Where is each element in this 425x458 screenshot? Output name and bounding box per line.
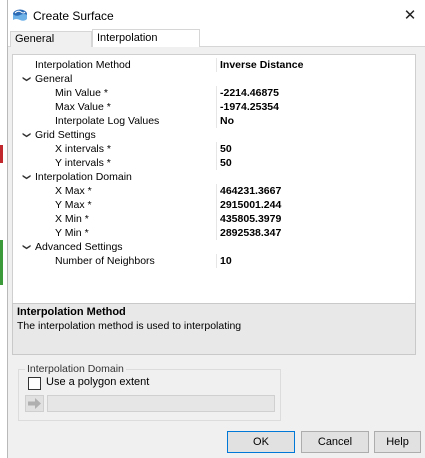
category-advanced-settings[interactable]: ❯ Advanced Settings [13, 240, 415, 254]
property-row-number-of-neighbors[interactable]: Number of Neighbors 10 [13, 254, 415, 268]
property-value[interactable]: -2214.46875 [220, 86, 279, 100]
property-label: Min Value * [55, 87, 108, 99]
property-label: Interpolation Method [35, 59, 131, 71]
interpolation-settings-panel: Interpolation Method Inverse Distance ❯ … [8, 47, 425, 458]
property-value[interactable]: 435805.3979 [220, 212, 281, 226]
close-icon: ✕ [403, 7, 417, 24]
arrow-right-icon [28, 398, 41, 409]
chevron-down-icon[interactable]: ❯ [19, 76, 33, 83]
category-grid-settings[interactable]: ❯ Grid Settings [13, 128, 415, 142]
column-divider [216, 184, 217, 198]
property-row-x-intervals[interactable]: X intervals * 50 [13, 142, 415, 156]
category-label: Advanced Settings [35, 241, 123, 253]
column-divider [216, 114, 217, 128]
column-divider [216, 212, 217, 226]
property-row-interpolate-log[interactable]: Interpolate Log Values No [13, 114, 415, 128]
property-value[interactable]: 50 [220, 156, 232, 170]
property-row-min-value[interactable]: Min Value * -2214.46875 [13, 86, 415, 100]
property-value[interactable]: 2915001.244 [220, 198, 281, 212]
checkbox-label[interactable]: Use a polygon extent [46, 376, 149, 388]
property-value[interactable]: 10 [220, 254, 232, 268]
tab-general-settings[interactable]: General Settings [10, 31, 92, 60]
cancel-button[interactable]: Cancel [301, 431, 369, 453]
create-surface-icon [13, 9, 27, 21]
column-divider [216, 100, 217, 114]
use-polygon-extent-checkbox[interactable] [28, 377, 41, 390]
property-label: Y Min * [55, 227, 89, 239]
column-divider [216, 226, 217, 240]
property-label: Number of Neighbors [55, 255, 155, 267]
background-green-mark [0, 240, 3, 285]
property-row-y-min[interactable]: Y Min * 2892538.347 [13, 226, 415, 240]
property-row-y-max[interactable]: Y Max * 2915001.244 [13, 198, 415, 212]
tab-interpolation-settings[interactable]: Interpolation Settings [92, 29, 200, 61]
close-button[interactable]: ✕ [399, 4, 421, 26]
column-divider [216, 254, 217, 268]
property-value[interactable]: 50 [220, 142, 232, 156]
interpolation-domain-group: Interpolation Domain Use a polygon exten… [18, 363, 281, 421]
polygon-layer-field[interactable] [47, 395, 275, 412]
property-label: X intervals * [55, 143, 112, 155]
column-divider [216, 156, 217, 170]
category-label: Grid Settings [35, 129, 96, 141]
chevron-down-icon[interactable]: ❯ [19, 244, 33, 251]
property-row-interpolation-method[interactable]: Interpolation Method Inverse Distance [13, 58, 415, 72]
property-row-x-max[interactable]: X Max * 464231.3667 [13, 184, 415, 198]
window-title: Create Surface [33, 9, 114, 23]
property-label: Y intervals * [55, 157, 111, 169]
description-panel: Interpolation Method The interpolation m… [12, 303, 416, 355]
property-value[interactable]: Inverse Distance [220, 58, 303, 72]
background-window-edge [0, 0, 8, 458]
property-label: X Min * [55, 213, 89, 225]
category-label: General [35, 73, 73, 85]
property-value[interactable]: No [220, 114, 234, 128]
column-divider [216, 198, 217, 212]
background-red-mark [0, 145, 3, 163]
property-row-y-intervals[interactable]: Y intervals * 50 [13, 156, 415, 170]
property-label: Max Value * [55, 101, 111, 113]
property-value[interactable]: -1974.25354 [220, 100, 279, 114]
column-divider [216, 142, 217, 156]
property-label: X Max * [55, 185, 92, 197]
group-title: Interpolation Domain [25, 363, 126, 375]
chevron-down-icon[interactable]: ❯ [19, 174, 33, 181]
property-label: Y Max * [55, 199, 92, 211]
property-row-max-value[interactable]: Max Value * -1974.25354 [13, 100, 415, 114]
category-interpolation-domain[interactable]: ❯ Interpolation Domain [13, 170, 415, 184]
ok-button[interactable]: OK [227, 431, 295, 453]
column-divider [216, 58, 217, 72]
description-text: The interpolation method is used to inte… [17, 320, 242, 332]
chevron-down-icon[interactable]: ❯ [19, 132, 33, 139]
title-bar[interactable]: Create Surface ✕ [8, 0, 425, 30]
select-polygon-button[interactable] [25, 395, 44, 412]
tab-strip: General Settings Interpolation Settings [8, 29, 425, 61]
property-value[interactable]: 2892538.347 [220, 226, 281, 240]
property-label: Interpolate Log Values [55, 115, 160, 127]
property-row-x-min[interactable]: X Min * 435805.3979 [13, 212, 415, 226]
property-value[interactable]: 464231.3667 [220, 184, 281, 198]
description-title: Interpolation Method [17, 306, 126, 318]
category-general[interactable]: ❯ General [13, 72, 415, 86]
category-label: Interpolation Domain [35, 171, 132, 183]
help-button[interactable]: Help [374, 431, 421, 453]
create-surface-dialog: Create Surface ✕ General Settings Interp… [8, 0, 425, 458]
column-divider [216, 86, 217, 100]
